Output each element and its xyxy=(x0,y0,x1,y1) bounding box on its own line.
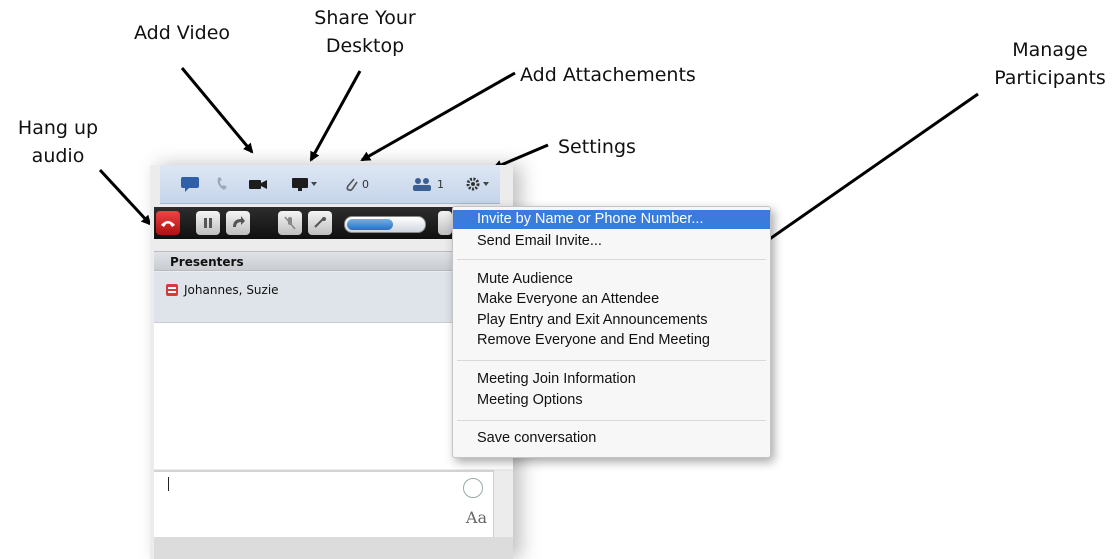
arrow-hang-up xyxy=(98,168,152,226)
presenter-status-icon xyxy=(166,284,178,296)
callout-line: Manage xyxy=(1012,39,1088,61)
callout-line: audio xyxy=(31,145,85,167)
hold-icon xyxy=(204,218,212,228)
callout-add-video: Add Video xyxy=(112,19,252,47)
settings-menu: Invite by Name or Phone Number... Send E… xyxy=(452,206,771,458)
participant-item[interactable]: Johannes, Suzie xyxy=(166,283,279,297)
menu-item-meeting-options[interactable]: Meeting Options xyxy=(453,391,770,410)
menu-separator xyxy=(457,259,766,260)
text-caret xyxy=(168,477,169,491)
callout-line: Share Your xyxy=(314,7,416,29)
mute-button[interactable] xyxy=(278,211,302,235)
conversation-toolbar: 0 1 xyxy=(160,165,500,204)
attachment-icon xyxy=(346,178,358,192)
add-attachment-button[interactable]: 0 xyxy=(338,174,374,194)
callout-hang-up-audio: Hang up audio xyxy=(8,114,108,170)
chevron-down-icon xyxy=(311,182,317,186)
participant-count: 1 xyxy=(437,177,444,191)
menu-item-make-everyone-attendee[interactable]: Make Everyone an Attendee xyxy=(453,290,770,309)
add-video-button[interactable] xyxy=(246,174,270,194)
volume-slider[interactable] xyxy=(344,216,426,233)
arrow-manage-participants xyxy=(736,92,979,263)
window-bottom-strip xyxy=(154,537,513,559)
callout-line: Add Video xyxy=(133,22,231,44)
hang-up-icon xyxy=(161,221,175,227)
menu-item-meeting-join-info[interactable]: Meeting Join Information xyxy=(453,370,770,389)
transfer-icon xyxy=(233,216,245,227)
arrow-share-desktop xyxy=(309,70,362,162)
arrow-add-video xyxy=(180,67,254,154)
font-button[interactable]: Aa xyxy=(466,508,487,527)
menu-item-play-announcements[interactable]: Play Entry and Exit Announcements xyxy=(453,311,770,330)
callout-line: Desktop xyxy=(325,35,405,57)
dialpad-button[interactable] xyxy=(308,211,332,235)
hold-button[interactable] xyxy=(196,211,220,235)
dialpad-icon xyxy=(314,217,326,228)
callout-line: Participants xyxy=(994,67,1106,89)
hang-up-button[interactable] xyxy=(156,211,180,235)
participants-icon xyxy=(413,178,431,191)
menu-separator xyxy=(457,420,766,421)
mute-mic-icon xyxy=(284,216,296,230)
callout-line: Settings xyxy=(558,136,636,158)
transfer-button[interactable] xyxy=(226,211,250,235)
arrow-attachments xyxy=(360,71,516,162)
callout-line: Add Attachements xyxy=(520,64,696,86)
callout-share-desktop: Share Your Desktop xyxy=(300,4,430,60)
menu-item-remove-everyone[interactable]: Remove Everyone and End Meeting xyxy=(453,331,770,350)
desktop-share-icon xyxy=(292,178,308,191)
callout-line: Hang up xyxy=(17,117,99,139)
menu-separator xyxy=(457,360,766,361)
volume-level-fill xyxy=(347,219,393,230)
im-icon xyxy=(181,177,199,192)
manage-participants-button[interactable]: 1 xyxy=(406,174,448,194)
audio-overflow-button[interactable] xyxy=(438,211,452,235)
menu-item-save-conversation[interactable]: Save conversation xyxy=(453,429,770,448)
menu-item-mute-audience[interactable]: Mute Audience xyxy=(453,270,770,289)
phone-icon xyxy=(217,177,227,190)
callout-manage-participants: Manage Participants xyxy=(982,36,1118,92)
chevron-down-icon xyxy=(483,182,489,186)
share-desktop-button[interactable] xyxy=(287,174,321,194)
attachment-count: 0 xyxy=(362,177,369,191)
phone-button[interactable] xyxy=(212,174,236,194)
callout-add-attachments: Add Attachements xyxy=(520,61,730,89)
emoticon-icon[interactable] xyxy=(463,478,483,498)
gear-icon xyxy=(466,177,480,191)
message-compose-area[interactable]: Aa xyxy=(154,470,494,538)
menu-item-invite-by-name[interactable]: Invite by Name or Phone Number... xyxy=(453,210,770,229)
menu-item-send-email-invite[interactable]: Send Email Invite... xyxy=(453,232,770,251)
participant-name: Johannes, Suzie xyxy=(184,283,279,297)
video-icon xyxy=(249,180,267,189)
settings-button[interactable] xyxy=(460,174,494,194)
im-button[interactable] xyxy=(178,174,202,194)
callout-settings: Settings xyxy=(558,133,668,161)
